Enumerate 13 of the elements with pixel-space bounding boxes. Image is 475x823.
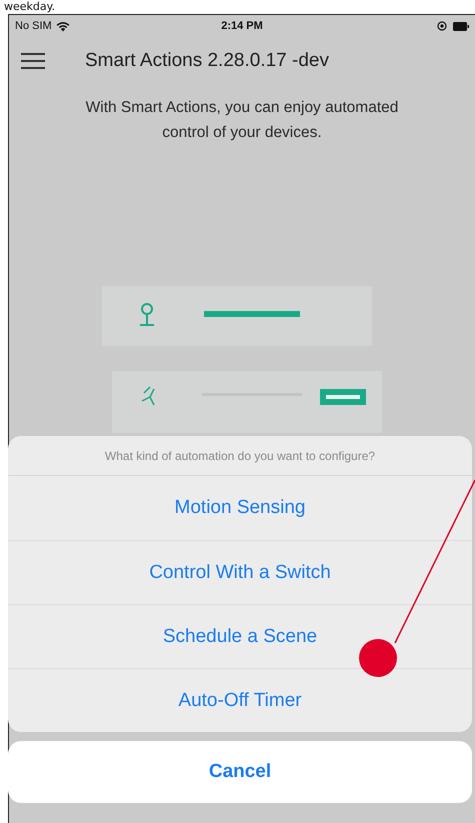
caption-text: weekday.	[4, 0, 56, 13]
sheet-option[interactable]: Control With a Switch	[8, 540, 472, 604]
sheet-option[interactable]: Motion Sensing	[8, 476, 472, 540]
wifi-icon	[56, 20, 70, 32]
lock-rotation-icon	[437, 21, 447, 31]
screen-title: Smart Actions 2.28.0.17 -dev	[85, 50, 329, 72]
intro-text: With Smart Actions, you can enjoy automated control of your devices.	[84, 98, 400, 143]
clock-text: 2:14 PM	[221, 20, 263, 32]
carrier-text: No SIM	[15, 20, 52, 32]
battery-icon	[453, 22, 469, 30]
sheet-prompt: What kind of automation do you want to configure?	[8, 436, 472, 476]
cancel-button[interactable]: Cancel	[8, 741, 472, 803]
menu-icon[interactable]	[21, 52, 45, 70]
